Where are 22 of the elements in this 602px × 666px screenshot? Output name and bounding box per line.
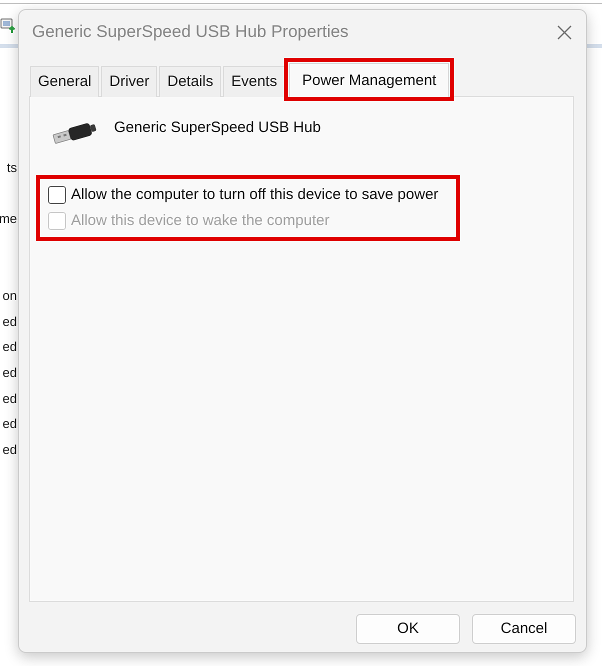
tab[interactable]: Driver <box>101 66 158 97</box>
dialog-button[interactable]: OK <box>356 614 460 644</box>
list-row-text: ed <box>2 390 17 408</box>
monitor-arrow-icon[interactable] <box>0 18 16 34</box>
list-row-text: ed <box>2 312 17 331</box>
list-row-text: ed <box>2 415 17 434</box>
dialog-button[interactable]: Cancel <box>472 614 576 644</box>
tab[interactable]: Power Management <box>289 63 450 98</box>
tab[interactable]: General <box>30 66 100 97</box>
list-row-text: ed <box>2 441 17 460</box>
list-row-text: ed <box>2 364 17 382</box>
device-name: Generic SuperSpeed USB Hub <box>114 118 321 138</box>
list-row-text: on <box>2 287 17 305</box>
close-icon <box>556 24 572 40</box>
list-row-text: ed <box>2 338 17 356</box>
tab[interactable]: Events <box>223 66 286 97</box>
list-row-text: ts <box>6 159 17 177</box>
window-title: Generic SuperSpeed USB Hub Properties <box>32 21 349 44</box>
list-row-text: me <box>0 210 17 228</box>
checkbox[interactable] <box>48 186 66 204</box>
tab[interactable]: Details <box>159 66 222 97</box>
checkbox-label[interactable]: Allow the computer to turn off this device to save power <box>71 184 438 206</box>
